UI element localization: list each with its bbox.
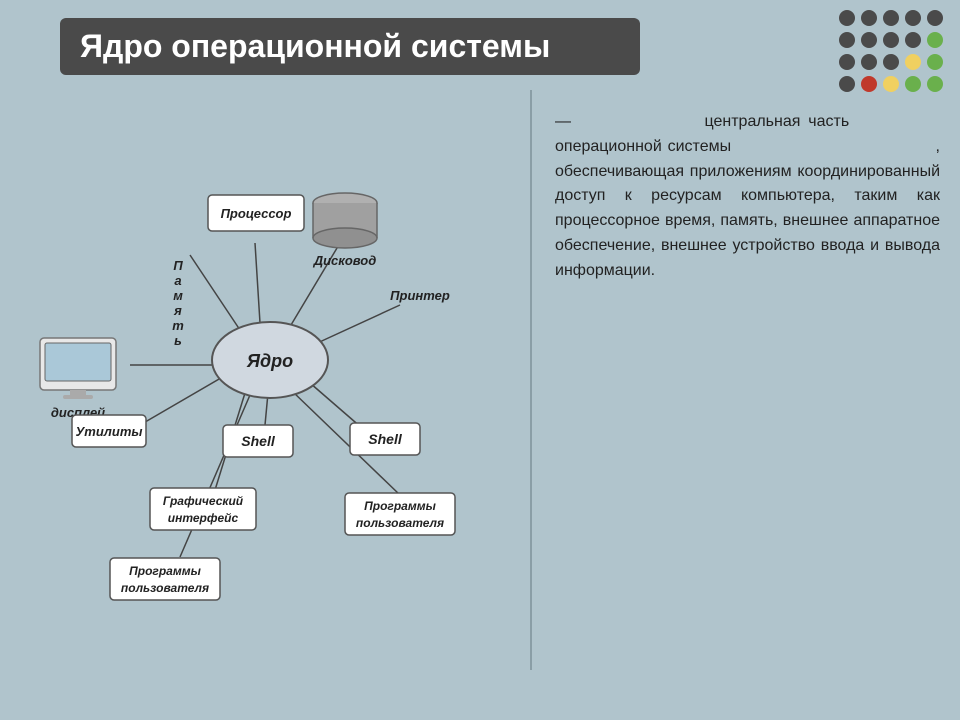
- dot-17: [861, 76, 877, 92]
- userprogs1-label-1: Программы: [129, 564, 201, 578]
- userprogs1-label-2: пользователя: [121, 581, 209, 595]
- processor-label: Процессор: [221, 206, 292, 221]
- dot-3: [883, 10, 899, 26]
- dot-5: [927, 10, 943, 26]
- memory-label-2: а: [174, 273, 181, 288]
- diagram-area: Ядро дисплей П а м я т ь Процессор Диско…: [30, 95, 520, 675]
- gui-label-1: Графический: [163, 494, 244, 508]
- dot-12: [861, 54, 877, 70]
- shell1-label: Shell: [241, 433, 276, 449]
- dot-2: [861, 10, 877, 26]
- dot-14: [905, 54, 921, 70]
- diagram-svg: Ядро дисплей П а м я т ь Процессор Диско…: [30, 95, 520, 665]
- dot-19: [905, 76, 921, 92]
- title-bar: Ядро операционной системы: [60, 18, 640, 75]
- dot-4: [905, 10, 921, 26]
- disk-bottom: [313, 228, 377, 248]
- dot-11: [839, 54, 855, 70]
- dot-15: [927, 54, 943, 70]
- printer-label: Принтер: [390, 288, 450, 303]
- memory-label: П: [173, 258, 183, 273]
- dot-1: [839, 10, 855, 26]
- display-screen: [45, 343, 111, 381]
- description-dash: — центральная часть операционной системы…: [555, 113, 940, 279]
- userprogs2-label-2: пользователя: [356, 516, 444, 530]
- memory-label-5: т: [172, 318, 184, 333]
- dot-7: [861, 32, 877, 48]
- shell2-label: Shell: [368, 431, 403, 447]
- vertical-divider: [530, 90, 532, 670]
- dot-6: [839, 32, 855, 48]
- decorative-dots: [839, 10, 945, 94]
- dot-20: [927, 76, 943, 92]
- gui-label-2: интерфейс: [168, 511, 239, 525]
- userprogs2-label-1: Программы: [364, 499, 436, 513]
- center-node-label: Ядро: [246, 351, 293, 371]
- memory-label-6: ь: [174, 333, 182, 348]
- description-text: — центральная часть операционной системы…: [555, 110, 940, 284]
- dot-9: [905, 32, 921, 48]
- dot-10: [927, 32, 943, 48]
- disk-label: Дисковод: [313, 253, 377, 268]
- description-area: — центральная часть операционной системы…: [555, 110, 940, 284]
- memory-label-4: я: [173, 303, 182, 318]
- page-title: Ядро операционной системы: [80, 28, 620, 65]
- utilities-label: Утилиты: [76, 424, 143, 439]
- dot-18: [883, 76, 899, 92]
- memory-label-3: м: [173, 288, 183, 303]
- dot-8: [883, 32, 899, 48]
- dot-16: [839, 76, 855, 92]
- dot-13: [883, 54, 899, 70]
- display-stand-base: [63, 395, 93, 399]
